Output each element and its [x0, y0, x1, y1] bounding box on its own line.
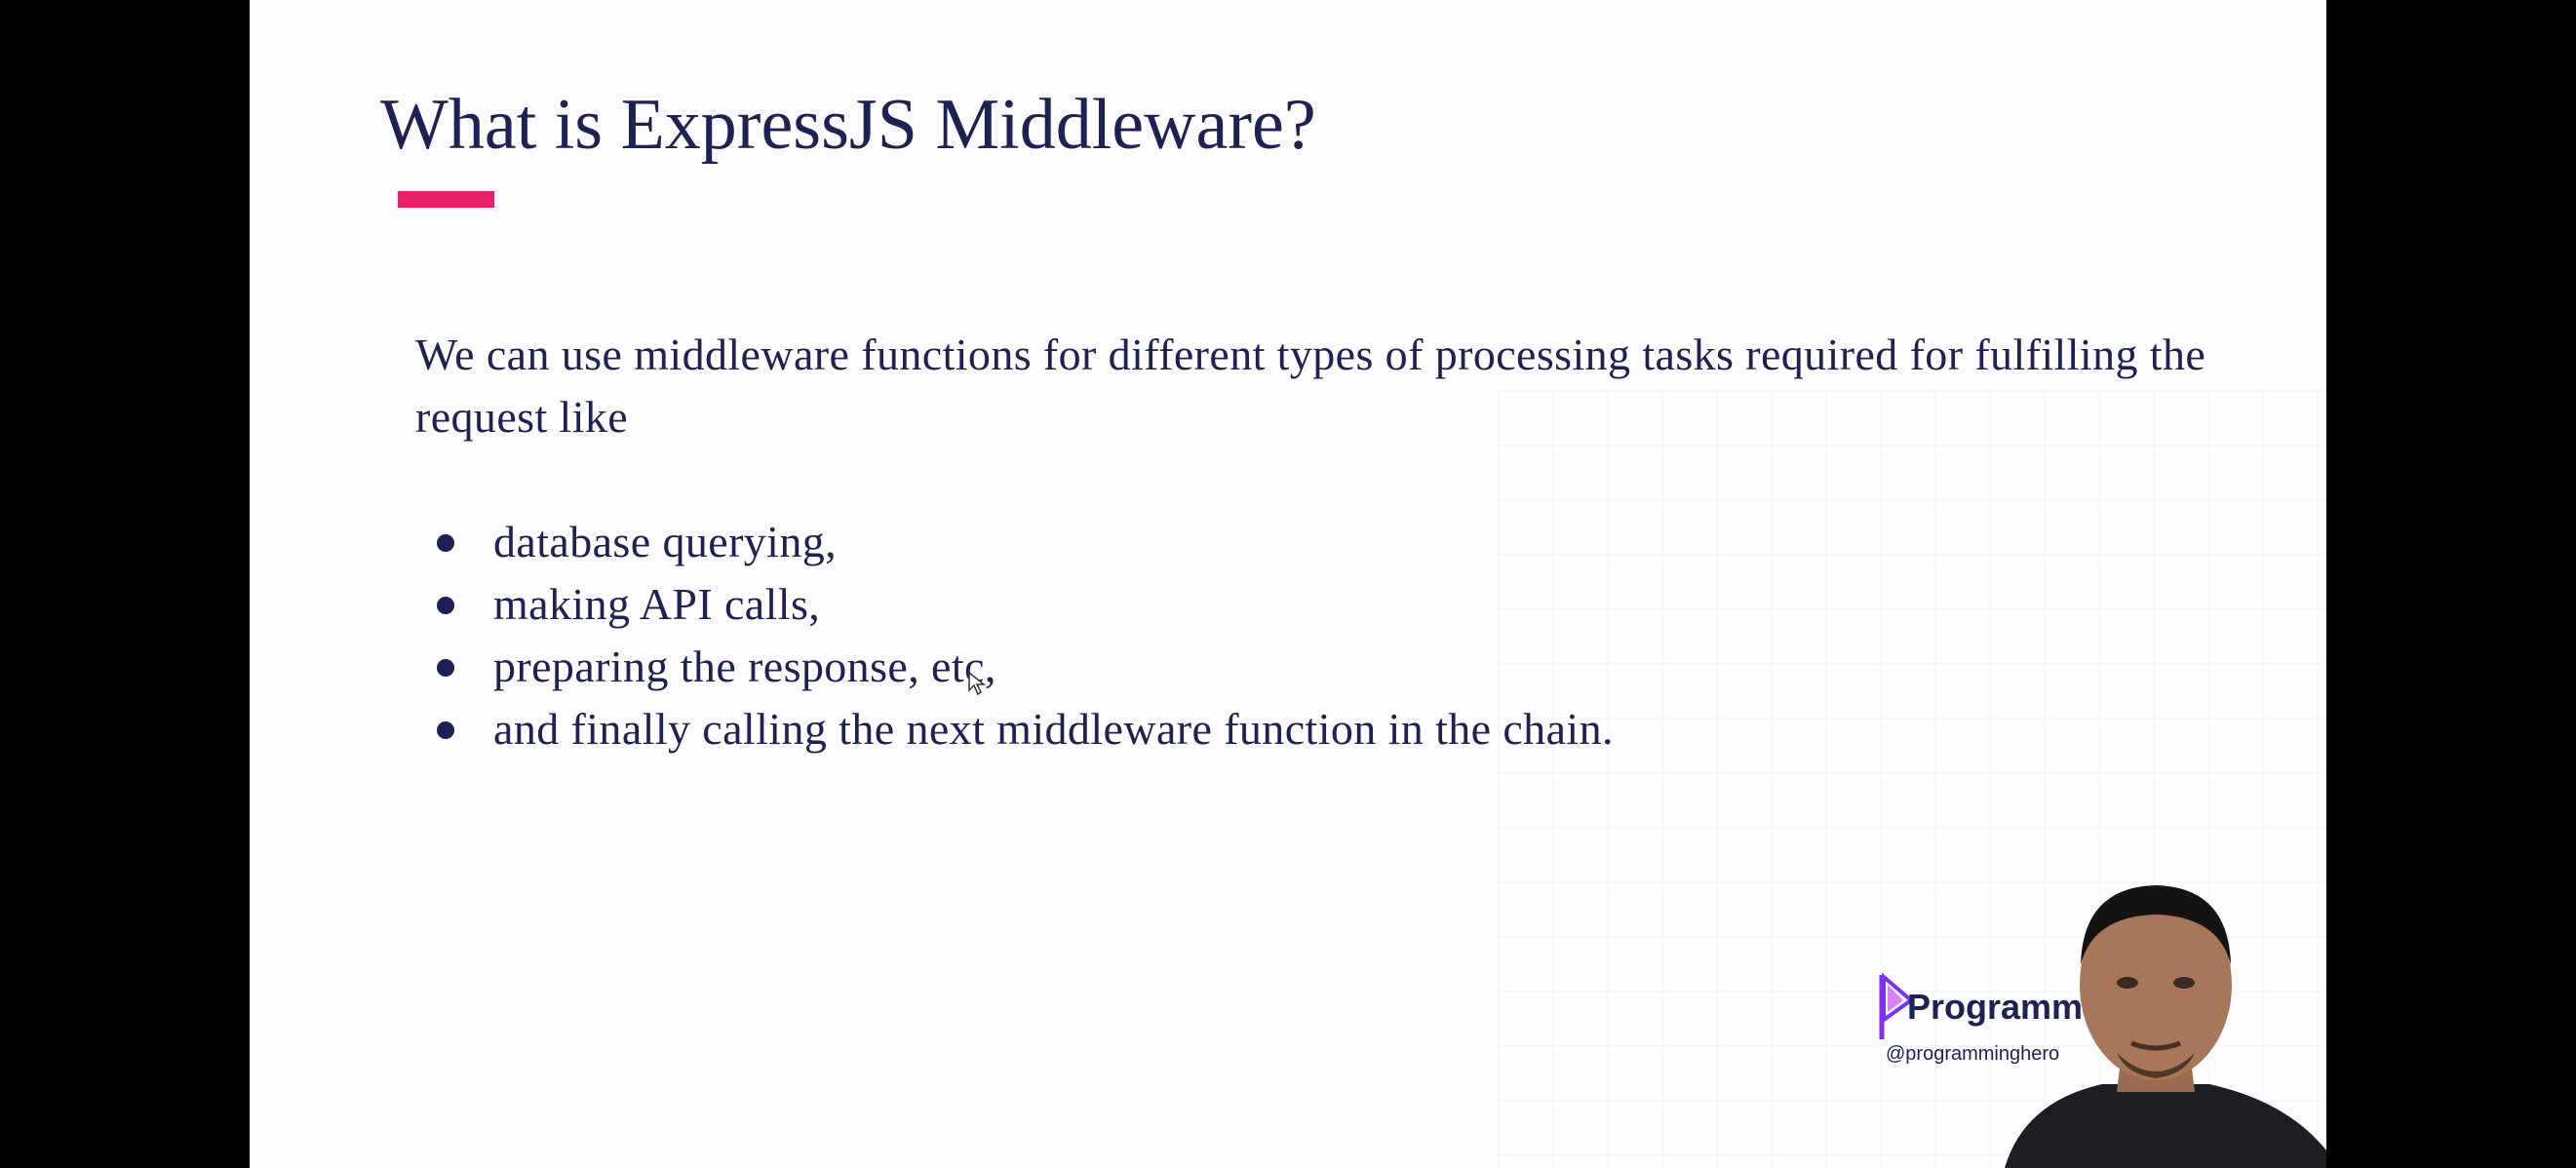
list-item: database querying, — [415, 511, 1614, 573]
slide-intro-text: We can use middleware functions for diff… — [415, 330, 2206, 442]
list-item: and finally calling the next middleware … — [415, 698, 1614, 760]
list-item: preparing the response, etc, — [415, 636, 1614, 698]
title-accent-bar — [398, 191, 494, 208]
video-frame: What is ExpressJS Middleware? We can use… — [0, 0, 2576, 1168]
bullet-text: database querying, — [493, 517, 838, 566]
presenter-video-overlay — [2005, 885, 2326, 1168]
bullet-icon — [437, 534, 454, 552]
bullet-icon — [437, 597, 454, 614]
bullet-icon — [437, 721, 454, 739]
bullet-text: and finally calling the next middleware … — [493, 704, 1614, 754]
presentation-slide: What is ExpressJS Middleware? We can use… — [250, 0, 2326, 1168]
bullet-text: preparing the response, etc, — [493, 642, 996, 691]
bullet-list: database querying, making API calls, pre… — [415, 511, 1614, 760]
bullet-icon — [437, 659, 454, 677]
bullet-text: making API calls, — [493, 579, 821, 629]
slide-title: What is ExpressJS Middleware? — [380, 85, 1316, 165]
list-item: making API calls, — [415, 573, 1614, 636]
mouse-pointer-icon — [968, 671, 987, 696]
